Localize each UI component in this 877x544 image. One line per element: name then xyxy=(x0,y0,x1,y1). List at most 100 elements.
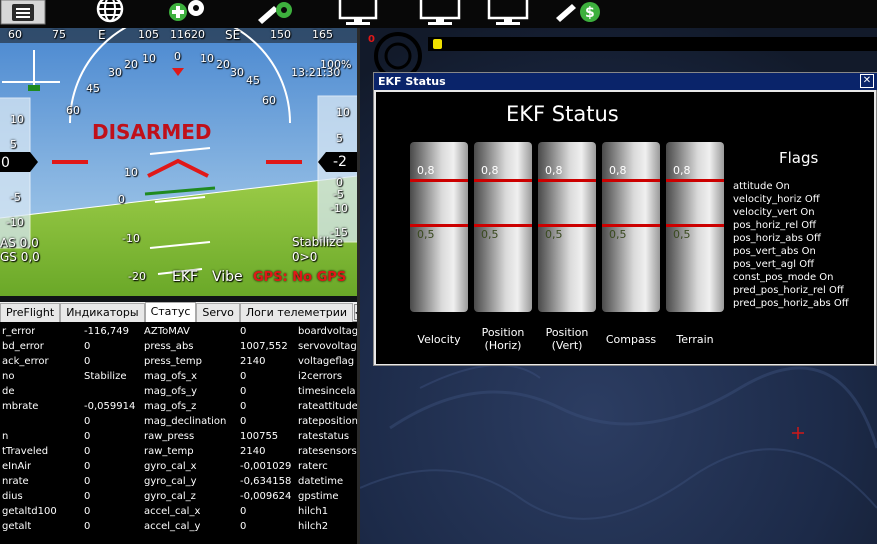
pitch-tick: 10 xyxy=(124,166,138,179)
donate-button[interactable]: $ xyxy=(552,0,606,26)
field-value: 0 xyxy=(84,431,91,442)
ekf-indicator[interactable]: EKF xyxy=(172,269,198,285)
field-value: 1007,552 xyxy=(240,341,288,352)
flag-item: velocity_horiz Off xyxy=(733,194,820,205)
close-button[interactable]: ✕ xyxy=(860,74,874,88)
config-tuning-button[interactable] xyxy=(250,0,302,26)
flight-plan-button[interactable] xyxy=(86,0,134,26)
flag-item: pred_pos_horiz_rel Off xyxy=(733,285,844,296)
compass-heading: 11620 xyxy=(170,28,205,41)
threshold-label-high: 0,8 xyxy=(481,164,499,177)
threshold-line-high xyxy=(410,179,468,182)
gps-status: GPS: No GPS xyxy=(253,270,347,285)
field-name: getalt xyxy=(2,521,32,532)
help-button[interactable] xyxy=(484,0,534,26)
threshold-line-high xyxy=(666,179,724,182)
ekf-bar: 0,8 0,5 xyxy=(474,142,532,312)
field-value: 0 xyxy=(84,491,91,502)
field-value: -116,749 xyxy=(84,326,129,337)
field-value: 0 xyxy=(84,521,91,532)
field-name: raterc xyxy=(298,461,328,472)
flag-item: pos_horiz_rel Off xyxy=(733,220,817,231)
field-value: -0,634158 xyxy=(240,476,292,487)
groundspeed-readout: GS 0,0 xyxy=(0,250,40,264)
tab-servo[interactable]: Servo xyxy=(196,303,240,322)
ekf-status-window: EKF Status ✕ EKF Status Flags attitude O… xyxy=(373,72,877,366)
hud-display[interactable]: 60 75 E 105 11620 SE 150 165 60 45 30 20… xyxy=(0,28,357,296)
field-name: gyro_cal_x xyxy=(144,461,197,472)
threshold-line-low xyxy=(410,224,468,227)
threshold-label-low: 0,5 xyxy=(417,228,435,241)
field-value: 0 xyxy=(84,356,91,367)
roll-tick-label: 60 xyxy=(66,104,80,117)
table-row: tTraveled 0 raw_temp 2140 ratesensors xyxy=(0,446,357,461)
tab-status[interactable]: Статус xyxy=(144,302,197,322)
roll-tick-label: 20 xyxy=(124,58,138,71)
field-value: 0 xyxy=(84,341,91,352)
threshold-label-low: 0,5 xyxy=(481,228,499,241)
speed-tick: 10 xyxy=(10,113,24,126)
pitch-tick: -10 xyxy=(122,232,140,245)
alt-tick: -10 xyxy=(330,202,348,215)
field-name: AZToMAV xyxy=(144,326,190,337)
table-row: 0 mag_declination 0 rateposition xyxy=(0,416,357,431)
roll-tick-label: 30 xyxy=(108,66,122,79)
tab-indicators[interactable]: Индикаторы xyxy=(60,303,145,322)
bar-label: Terrain xyxy=(676,333,714,346)
table-row: ack_error 0 press_temp 2140 voltageflag xyxy=(0,356,357,371)
main-toolbar: $ xyxy=(0,0,877,28)
field-value: 0 xyxy=(240,386,247,397)
threshold-line-high xyxy=(474,179,532,182)
flag-item: pos_horiz_abs Off xyxy=(733,233,821,244)
simulation-button[interactable] xyxy=(336,0,396,26)
field-value: -0,059914 xyxy=(84,401,136,412)
threshold-label-low: 0,5 xyxy=(545,228,563,241)
ekf-bar: 0,8 0,5 xyxy=(538,142,596,312)
roll-tick-label: 45 xyxy=(86,82,100,95)
airspeed-readout: AS 0,0 xyxy=(0,236,39,250)
field-value: 0 xyxy=(240,326,247,337)
field-name: mag_ofs_z xyxy=(144,401,197,412)
threshold-line-low xyxy=(602,224,660,227)
roll-tick-label: 10 xyxy=(142,52,156,65)
flight-data-button[interactable] xyxy=(0,0,46,26)
field-name: getaltd100 xyxy=(2,506,57,517)
field-value: 0 xyxy=(84,461,91,472)
speed-readout: 0 xyxy=(1,155,10,171)
simulation-icon xyxy=(338,0,378,25)
flight-plan-globe-icon xyxy=(96,0,124,23)
map-indicator: 0 xyxy=(368,34,375,45)
flag-item: velocity_vert On xyxy=(733,207,815,218)
threshold-line-high xyxy=(602,179,660,182)
table-row: eInAir 0 gyro_cal_x -0,001029 raterc xyxy=(0,461,357,476)
vibe-indicator[interactable]: Vibe xyxy=(212,269,243,285)
field-name: timesincela xyxy=(298,386,356,397)
field-name: gyro_cal_z xyxy=(144,491,196,502)
roll-tick-label: 45 xyxy=(246,74,260,87)
field-name: mag_ofs_x xyxy=(144,371,197,382)
tab-telemetry-logs[interactable]: Логи телеметрии xyxy=(239,303,354,322)
field-name: no xyxy=(2,371,15,382)
flag-item: const_pos_mode On xyxy=(733,272,834,283)
compass-label: 165 xyxy=(312,28,333,41)
field-value: 0 xyxy=(84,476,91,487)
threshold-label-high: 0,8 xyxy=(609,164,627,177)
window-title: EKF Status xyxy=(374,73,877,90)
compass-label: 150 xyxy=(270,28,291,41)
bar-label: Compass xyxy=(605,333,657,346)
tab-preflight[interactable]: PreFlight xyxy=(0,303,61,322)
bar-label: Position (Vert) xyxy=(545,326,589,352)
field-name: ratesensors xyxy=(298,446,357,457)
roll-tick-label: 30 xyxy=(230,66,244,79)
field-value: 0 xyxy=(84,446,91,457)
threshold-label-high: 0,8 xyxy=(673,164,691,177)
initial-setup-button[interactable] xyxy=(162,0,214,26)
field-name: gyro_cal_y xyxy=(144,476,197,487)
field-name: raw_temp xyxy=(144,446,194,457)
field-name: n xyxy=(2,431,9,442)
field-name: ack_error xyxy=(2,356,49,367)
terminal-button[interactable] xyxy=(416,0,466,26)
ekf-bar: 0,8 0,5 xyxy=(602,142,660,312)
field-name: ratestatus xyxy=(298,431,350,442)
field-name: datetime xyxy=(298,476,344,487)
